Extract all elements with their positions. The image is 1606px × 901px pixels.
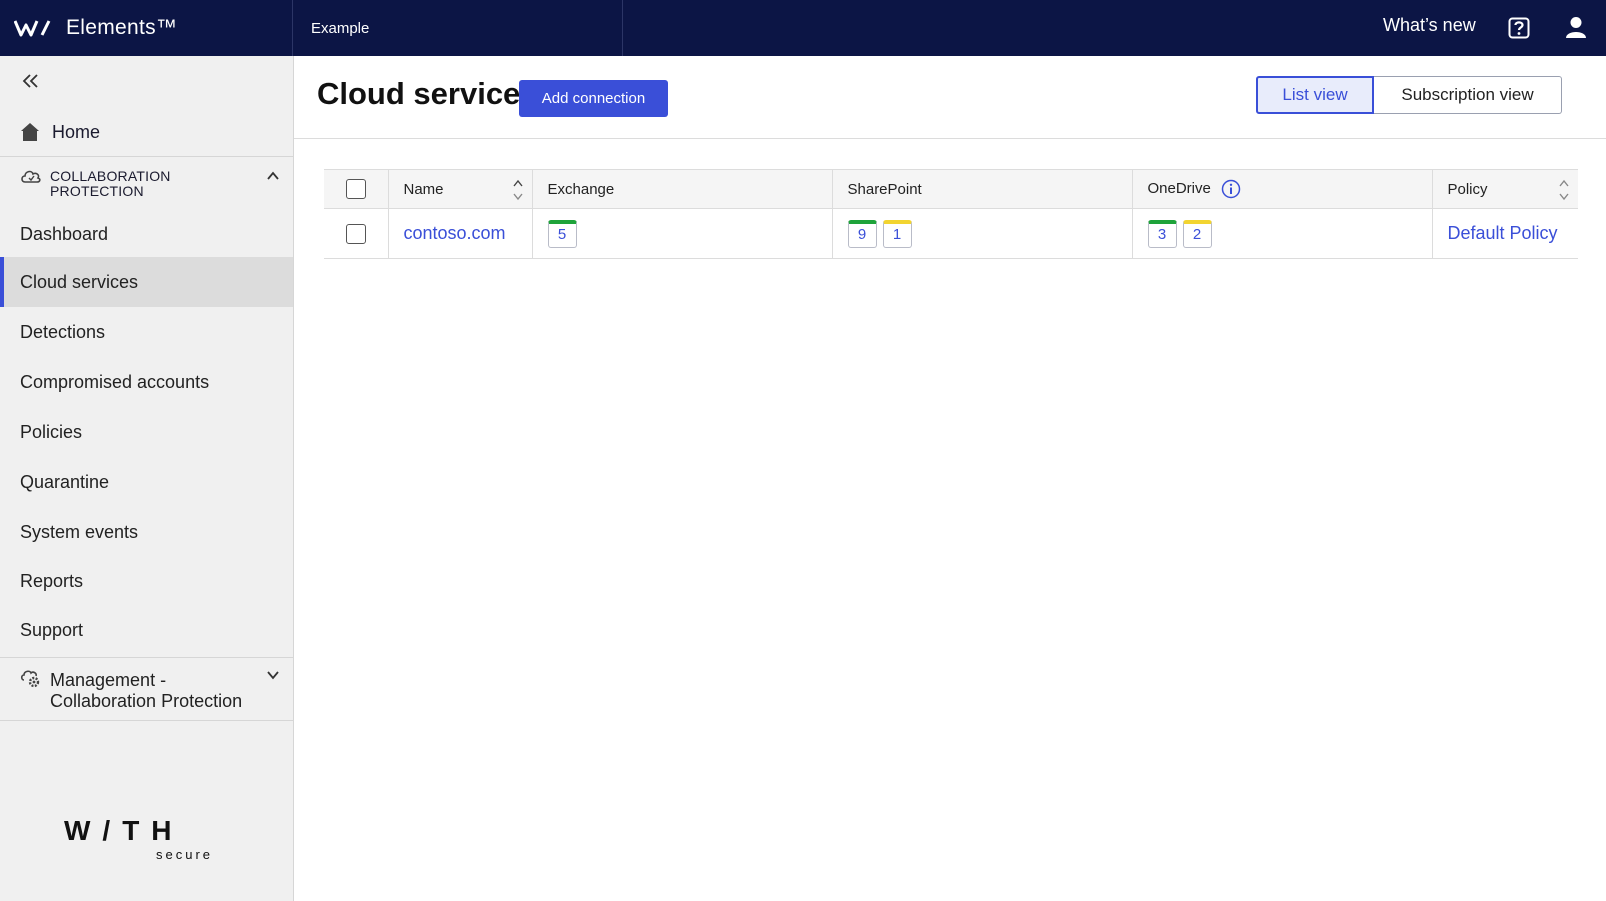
column-header-policy[interactable]: Policy [1432,169,1578,209]
info-icon[interactable] [1221,179,1241,199]
column-label: OneDrive [1147,179,1211,197]
help-icon[interactable] [1508,16,1530,40]
chevron-up-icon[interactable] [266,169,280,183]
sidebar-item-system-events[interactable]: System events [0,507,293,557]
select-all-cell [324,169,389,209]
column-label: SharePoint [847,180,922,198]
select-all-checkbox[interactable] [345,179,366,199]
sidebar-item-detections[interactable]: Detections [0,307,293,357]
column-header-sharepoint: SharePoint [832,169,1133,209]
row-checkbox[interactable] [345,223,366,244]
section-collaboration-protection[interactable]: COLLABORATION PROTECTION [0,156,293,210]
sharepoint-warning-badge[interactable]: 1 [882,219,912,248]
cloud-gear-icon [20,670,40,688]
home-icon [21,123,39,141]
withsecure-logo-icon [14,20,51,37]
top-bar: Elements™ Example What’s new [0,0,1606,56]
sidebar-item-compromised-accounts[interactable]: Compromised accounts [0,357,293,407]
add-connection-button[interactable]: Add connection [519,80,668,117]
tenant-link[interactable]: contoso.com [404,223,506,243]
column-header-name[interactable]: Name [388,169,533,209]
brand[interactable]: Elements™ [0,0,293,56]
page-title: Cloud services [317,76,538,111]
onedrive-warning-badge[interactable]: 2 [1182,219,1212,248]
main-content: Cloud services Add connection List view … [294,56,1606,901]
policy-link[interactable]: Default Policy [1448,223,1558,243]
sidebar-item-reports[interactable]: Reports [0,556,293,606]
cloud-services-table: Name Exchange SharePoint OneDrive Policy… [324,169,1578,259]
chevron-down-icon[interactable] [266,668,280,682]
view-toggle: List view Subscription view [1256,76,1562,114]
section-management[interactable]: Management - Collaboration Protection [0,657,293,721]
sidebar-item-label: Home [52,121,101,142]
page-header: Cloud services Add connection List view … [294,56,1606,139]
column-header-onedrive: OneDrive [1132,169,1433,209]
collapse-sidebar-icon[interactable] [20,70,42,92]
sidebar-item-support[interactable]: Support [0,605,293,655]
footer-logo-word: W/TH [64,818,184,846]
column-label: Exchange [547,180,615,198]
sidebar-item-quarantine[interactable]: Quarantine [0,457,293,507]
footer-logo-sub: secure [156,847,213,862]
onedrive-ok-badge[interactable]: 3 [1147,219,1177,248]
onedrive-cell: 32 [1132,208,1433,259]
sidebar-item-policies[interactable]: Policies [0,407,293,457]
sidebar-item-cloud-services[interactable]: Cloud services [0,257,293,307]
name-cell: contoso.com [388,208,533,259]
section-label: Management - Collaboration Protection [50,670,243,711]
subscription-view-button[interactable]: Subscription view [1374,76,1562,114]
cloud-shield-icon [21,170,41,183]
sidebar: Home COLLABORATION PROTECTION Dashboard … [0,56,294,901]
sharepoint-ok-badge[interactable]: 9 [847,219,877,248]
withsecure-footer-logo: W/TH secure [64,815,230,867]
row-select-cell [324,208,389,259]
user-icon[interactable] [1564,15,1588,39]
list-view-button[interactable]: List view [1256,76,1374,114]
column-label: Name [403,180,444,198]
tenant-name[interactable]: Example [293,0,623,56]
sidebar-item-dashboard[interactable]: Dashboard [0,209,293,259]
table-header-row: Name Exchange SharePoint OneDrive Policy [324,169,1578,209]
exchange-cell: 5 [532,208,833,259]
sharepoint-cell: 91 [832,208,1133,259]
whats-new-link[interactable]: What’s new [1383,15,1476,36]
policy-cell: Default Policy [1432,208,1578,259]
brand-name: Elements™ [66,16,178,39]
table-row: contoso.com 5 91 32 Default Policy [324,208,1578,259]
section-label: COLLABORATION PROTECTION [50,168,171,199]
column-header-exchange: Exchange [532,169,833,209]
sort-icon[interactable] [512,178,524,202]
column-label: Policy [1447,180,1488,198]
sort-icon[interactable] [1558,178,1570,202]
sidebar-item-home[interactable]: Home [0,108,293,156]
exchange-ok-badge[interactable]: 5 [547,219,577,248]
